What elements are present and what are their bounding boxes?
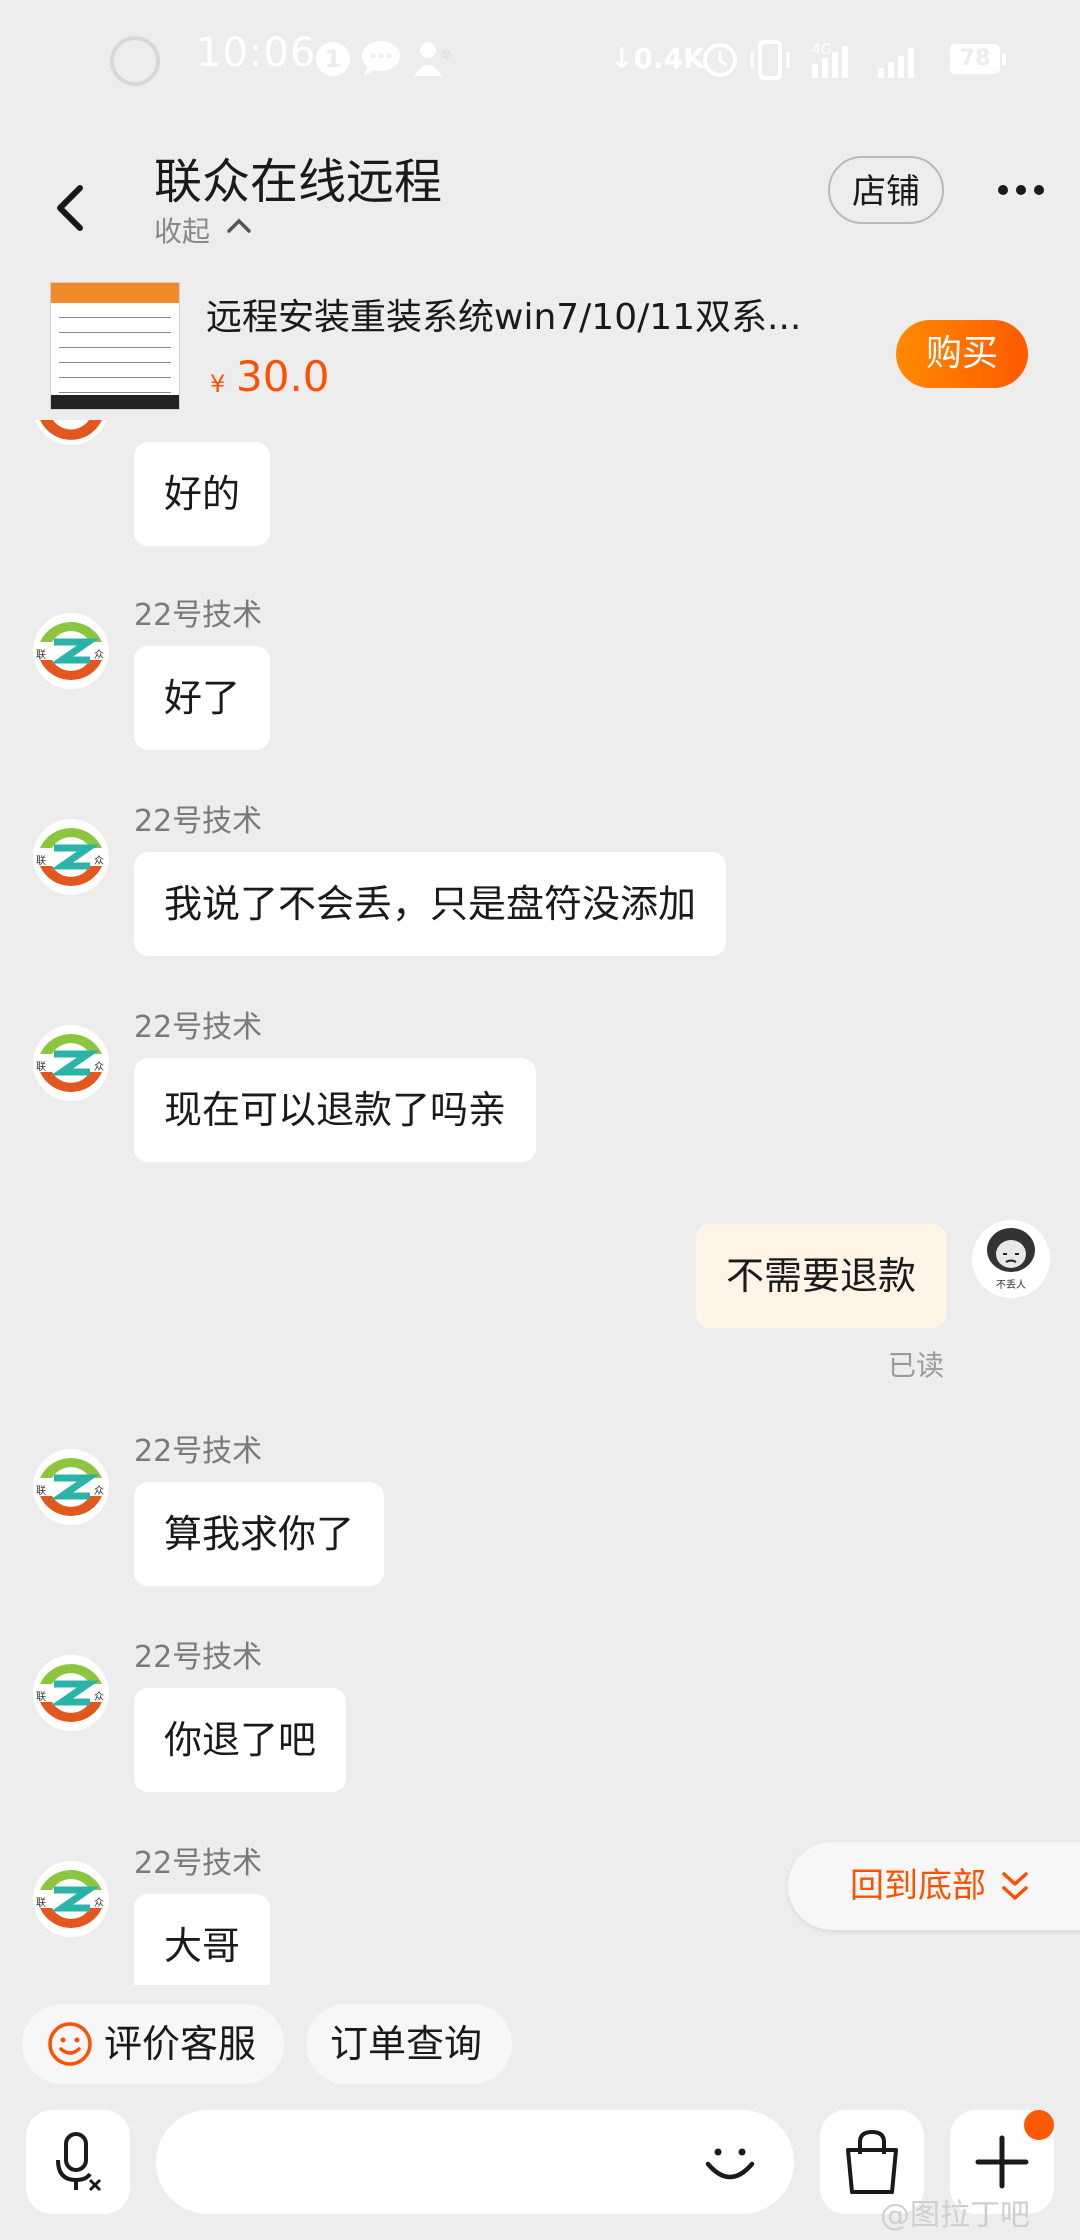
currency-symbol: ¥ (210, 370, 226, 398)
avatar-label-1: 联 (36, 1897, 46, 1909)
voice-button[interactable] (26, 2110, 130, 2214)
avatar-label-1: 联 (36, 1691, 46, 1703)
buy-button[interactable]: 购买 (896, 320, 1028, 388)
scroll-to-bottom-button[interactable]: 回到底部 (788, 1842, 1080, 1930)
my-avatar-caption: 不丢人 (996, 1279, 1026, 1291)
network-speed: ↓0.4K (610, 42, 705, 75)
watermark: @图拉丁吧 (880, 2198, 1030, 2233)
message-bubble[interactable]: 我说了不会丢，只是盘符没添加 (134, 852, 727, 956)
sender-name: 22号技术 (134, 1010, 263, 1045)
back-arrow-icon[interactable] (40, 166, 100, 246)
chat-header: 联众在线远程 收起 店铺 (0, 130, 1080, 270)
shop-avatar[interactable]: 联 众 (32, 612, 110, 690)
more-options-icon[interactable] (996, 182, 1046, 198)
svg-text:4G: 4G (812, 42, 832, 58)
avatar-label-1: 联 (36, 649, 46, 661)
avatar-label-2: 众 (94, 855, 104, 867)
product-thumbnail[interactable] (50, 282, 180, 410)
read-status: 已读 (887, 1349, 944, 1382)
page-title: 联众在线远程 (154, 154, 443, 210)
order-query-chip[interactable]: 订单查询 (306, 2004, 512, 2084)
smile-icon[interactable] (46, 2020, 94, 2068)
shop-avatar[interactable]: 联 众 (32, 1024, 110, 1102)
product-card[interactable]: 远程安装重装系统win7/10/11双系... ¥ 30.0 购买 (0, 278, 1080, 418)
sender-name: 22号技术 (134, 1846, 263, 1881)
avatar-label-1: 联 (36, 1485, 46, 1497)
avatar-label-2: 众 (94, 1691, 104, 1703)
status-bar: 10:06 1 ↓0.4K 4G 78 (0, 0, 1080, 120)
chevron-up-icon[interactable] (226, 216, 252, 234)
shop-avatar[interactable]: 联 众 (32, 818, 110, 896)
message-bubble[interactable]: 算我求你了 (134, 1482, 385, 1586)
shop-avatar[interactable]: 联 众 (32, 1654, 110, 1732)
double-chevron-down-icon[interactable] (1000, 1870, 1030, 1904)
avatar-label-2: 众 (94, 1897, 104, 1909)
message-bubble[interactable]: 好了 (134, 646, 271, 750)
system-status-icons: 4G (703, 40, 914, 80)
emoji-icon[interactable] (700, 2132, 760, 2192)
clock: 10:06 (196, 30, 317, 76)
message-list[interactable]: 好的 联 众 22号技术 好了 联 众 22号技术 我说了不会丢，只是盘符没添加… (0, 420, 1080, 1985)
my-message-bubble[interactable]: 不需要退款 (695, 1224, 946, 1328)
microphone-icon[interactable] (26, 2110, 130, 2214)
message-bubble[interactable]: 大哥 (134, 1894, 271, 1985)
quick-actions-bar: 评价客服 订单查询 (0, 2004, 1080, 2084)
contacts-icon (414, 42, 451, 76)
sender-name: 22号技术 (134, 804, 263, 839)
avatar-label-2: 众 (94, 1485, 104, 1497)
avatar-label-2: 众 (94, 1061, 104, 1073)
shop-avatar[interactable]: 联 众 (32, 1448, 110, 1526)
my-avatar[interactable]: 不丢人 (972, 1220, 1050, 1298)
sender-name: 22号技术 (134, 598, 263, 633)
screen-record-icon (110, 36, 160, 86)
shop-avatar[interactable] (32, 420, 110, 446)
message-input[interactable] (156, 2110, 794, 2214)
avatar-label-1: 联 (36, 1061, 46, 1073)
battery-indicator: 78 (950, 44, 1006, 74)
notification-count-badge: 1 (316, 42, 350, 76)
sender-name: 22号技术 (134, 1640, 263, 1675)
avatar-label-2: 众 (94, 649, 104, 661)
sender-name: 22号技术 (134, 1434, 263, 1469)
product-title[interactable]: 远程安装重装系统win7/10/11双系... (206, 288, 846, 340)
store-button[interactable]: 店铺 (828, 156, 944, 224)
avatar-label-1: 联 (36, 855, 46, 867)
collapse-toggle[interactable]: 收起 (154, 210, 210, 250)
message-bubble[interactable]: 现在可以退款了吗亲 (134, 1058, 537, 1162)
message-bubble[interactable]: 好的 (134, 442, 271, 546)
product-price: 30.0 (236, 352, 330, 401)
message-icon (362, 41, 400, 76)
message-bubble[interactable]: 你退了吧 (134, 1688, 347, 1792)
notification-dot (1024, 2110, 1054, 2140)
shop-avatar[interactable]: 联 众 (32, 1860, 110, 1938)
chat-screen: 10:06 1 ↓0.4K 4G 78 联众在线远程 收起 店铺 远程安装重装系… (0, 0, 1080, 2240)
